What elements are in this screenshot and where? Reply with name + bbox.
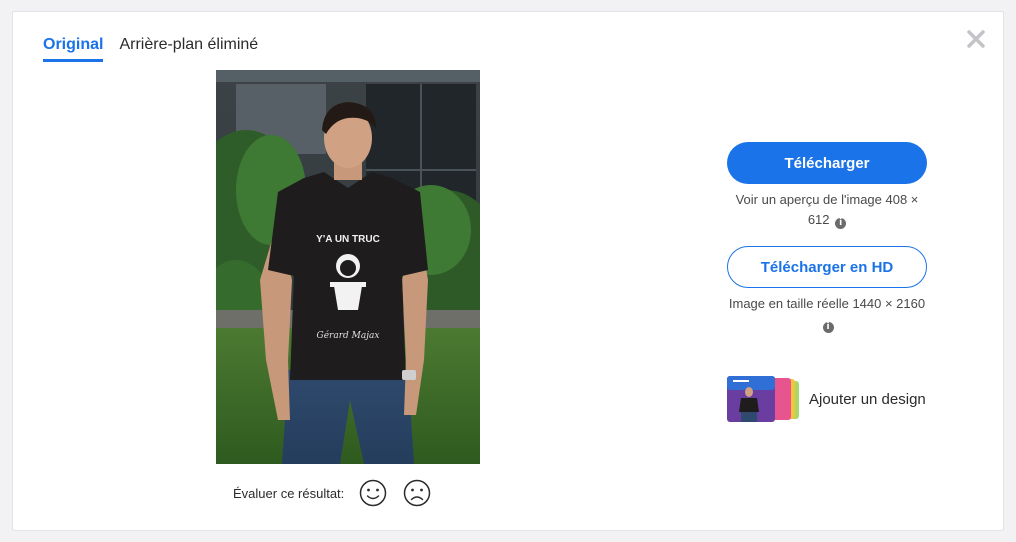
tab-original[interactable]: Original: [43, 34, 104, 62]
person-photo: Y'A UN TRUC Gérard Majax: [216, 70, 480, 464]
info-icon[interactable]: i: [835, 218, 847, 229]
frown-icon[interactable]: [402, 478, 432, 508]
add-design-label: Ajouter un design: [809, 390, 926, 408]
download-hd-button[interactable]: Télécharger en HD: [727, 246, 927, 288]
view-tabs: Original Arrière-plan éliminé: [43, 34, 258, 62]
remove-background-dialog: Original Arrière-plan éliminé Y'A UN TRU…: [12, 11, 1004, 531]
smile-icon[interactable]: [358, 478, 388, 508]
shirt-print-text: Y'A UN TRUC: [316, 234, 380, 245]
info-icon[interactable]: i: [822, 322, 834, 333]
preview-image: Y'A UN TRUC Gérard Majax: [216, 70, 480, 464]
tab-background-removed[interactable]: Arrière-plan éliminé: [119, 34, 258, 62]
rating-label: Évaluer ce résultat:: [233, 485, 345, 501]
hd-size-text: Image en taille réelle 1440 × 2160: [728, 296, 926, 311]
download-panel: Télécharger Voir un aperçu de l'image 40…: [727, 142, 929, 422]
close-icon[interactable]: [965, 28, 987, 50]
preview-size-text: Voir un aperçu de l'image 408 × 612: [735, 192, 919, 227]
preview-size-caption: Voir un aperçu de l'image 408 × 612 i: [727, 190, 927, 230]
shirt-signature-text: Gérard Majax: [317, 330, 380, 341]
download-button[interactable]: Télécharger: [727, 142, 927, 184]
rating-bar: Évaluer ce résultat:: [233, 478, 432, 508]
design-thumbnail: [727, 376, 799, 422]
add-design-button[interactable]: Ajouter un design: [727, 376, 929, 422]
hd-size-caption: Image en taille réelle 1440 × 2160 i: [727, 294, 927, 334]
